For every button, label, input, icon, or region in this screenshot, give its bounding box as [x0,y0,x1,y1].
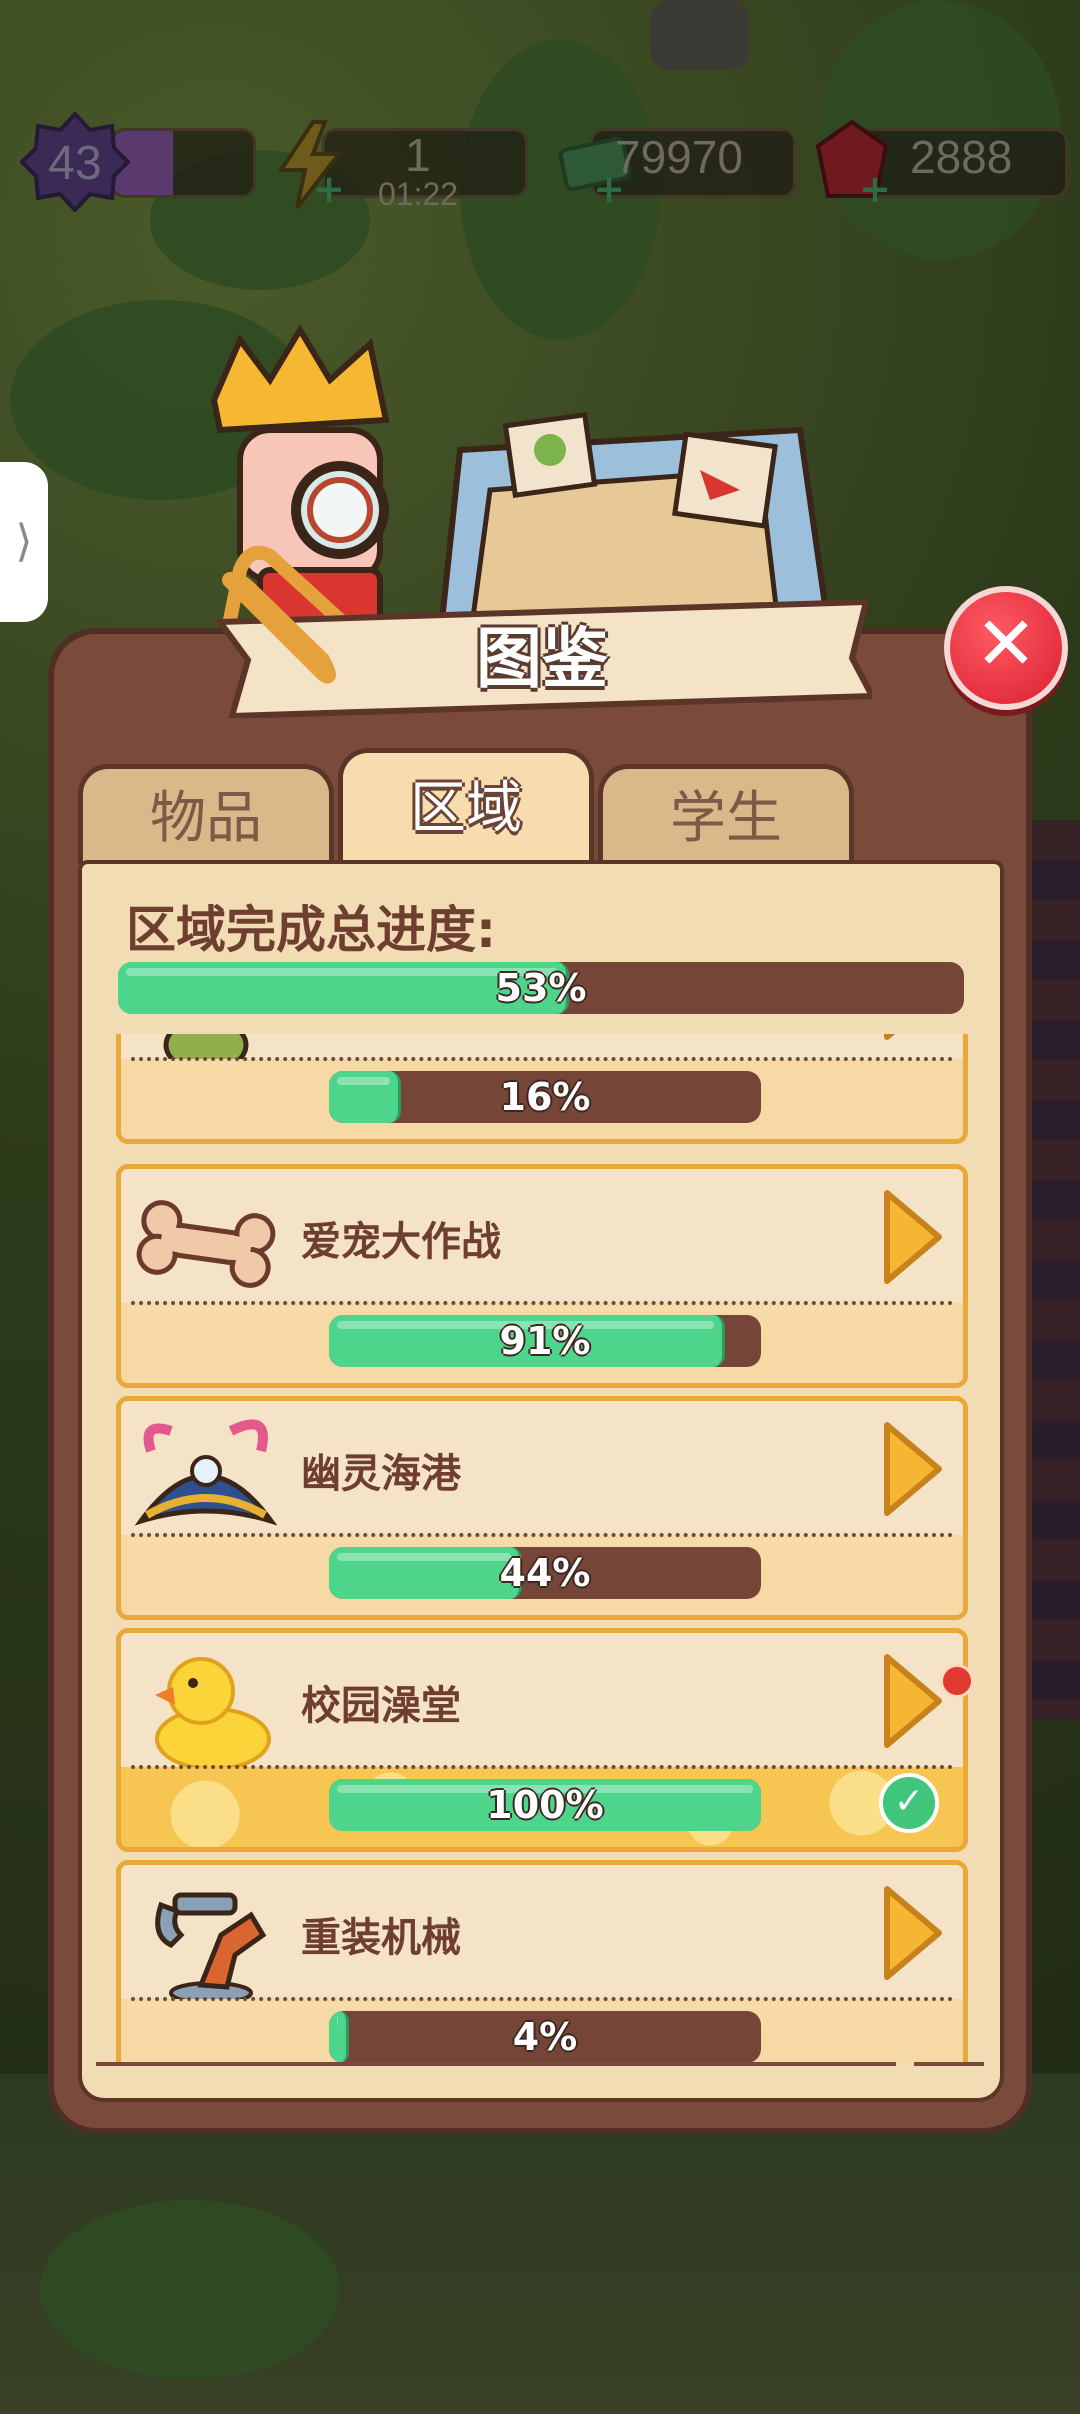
energy-plus-icon[interactable]: + [312,170,346,208]
area-progress-text: 44% [499,1551,591,1595]
arrow-right-icon[interactable] [881,1883,945,1983]
area-card[interactable]: 校园澡堂 100% ✓ [116,1628,968,1852]
energy-timer: 01:22 [378,176,459,212]
close-button[interactable]: ✕ [944,586,1068,710]
arrow-right-icon[interactable] [881,1034,945,1043]
energy-count: 1 [405,129,431,181]
area-name: 幽灵海港 [301,1451,461,1497]
gems-plus-icon[interactable]: + [858,170,892,208]
gems-amount: 2888 [910,131,1013,183]
area-card[interactable]: 幽灵海港 44% [116,1396,968,1620]
side-drawer-tab[interactable]: ⟩ [0,462,48,622]
pirate-hat-icon [134,1419,278,1526]
area-progress-text: 16% [499,1075,591,1119]
tab-students[interactable]: 学生 [598,764,854,864]
area-progress-text: 91% [499,1319,591,1363]
bone-icon [136,1200,276,1288]
robot-arm-icon [155,1892,267,2005]
dotted-divider [131,1057,953,1061]
notification-dot [940,1664,974,1698]
arrow-right-icon[interactable] [881,1419,945,1519]
area-list: 16% 爱宠大作战 91% 幽灵海港 44% 校园澡堂 100% ✓ 重装机械 … [110,1034,974,2062]
paperclip-icon [222,571,336,684]
dotted-divider [131,1765,953,1769]
area-progress-text: 100% [486,1783,604,1827]
bush [40,2200,340,2380]
dotted-divider [131,1301,953,1305]
area-card[interactable]: 爱宠大作战 91% [116,1164,968,1388]
total-progress-label: 区域完成总进度: [126,901,496,959]
arrow-right-icon[interactable] [881,1187,945,1287]
area-card[interactable]: 16% [116,1034,968,1144]
list-bottom-divider [914,2062,984,2066]
arrow-right-icon[interactable] [881,1651,945,1751]
xp-bar [110,128,256,198]
level-badge[interactable]: 43 [19,111,131,213]
area-name: 爱宠大作战 [301,1219,501,1265]
area-progress-bar: 100% [329,1779,761,1831]
dotted-divider [131,1533,953,1537]
cash-amount: 79970 [615,131,743,183]
statue-base [650,0,750,70]
dotted-divider [131,1997,953,2001]
total-progress-bar: 53% [118,962,964,1014]
level-number: 43 [48,137,102,190]
list-bottom-divider [96,2062,896,2066]
area-progress-bar: 4% [329,2011,761,2062]
area-progress-bar: 16% [329,1071,761,1123]
tab-items[interactable]: 物品 [78,764,334,864]
area-progress-bar: 91% [329,1315,761,1367]
completed-check-icon: ✓ [879,1773,939,1833]
total-progress-text: 53% [495,966,587,1010]
area-name: 重装机械 [301,1915,461,1961]
tab-areas[interactable]: 区域 [338,748,594,864]
area-progress-bar: 44% [329,1547,761,1599]
area-card[interactable]: 重装机械 4% [116,1860,968,2062]
area-progress-text: 4% [512,2015,578,2059]
area-name: 校园澡堂 [301,1683,461,1729]
rubber-duck-icon [155,1657,271,1771]
